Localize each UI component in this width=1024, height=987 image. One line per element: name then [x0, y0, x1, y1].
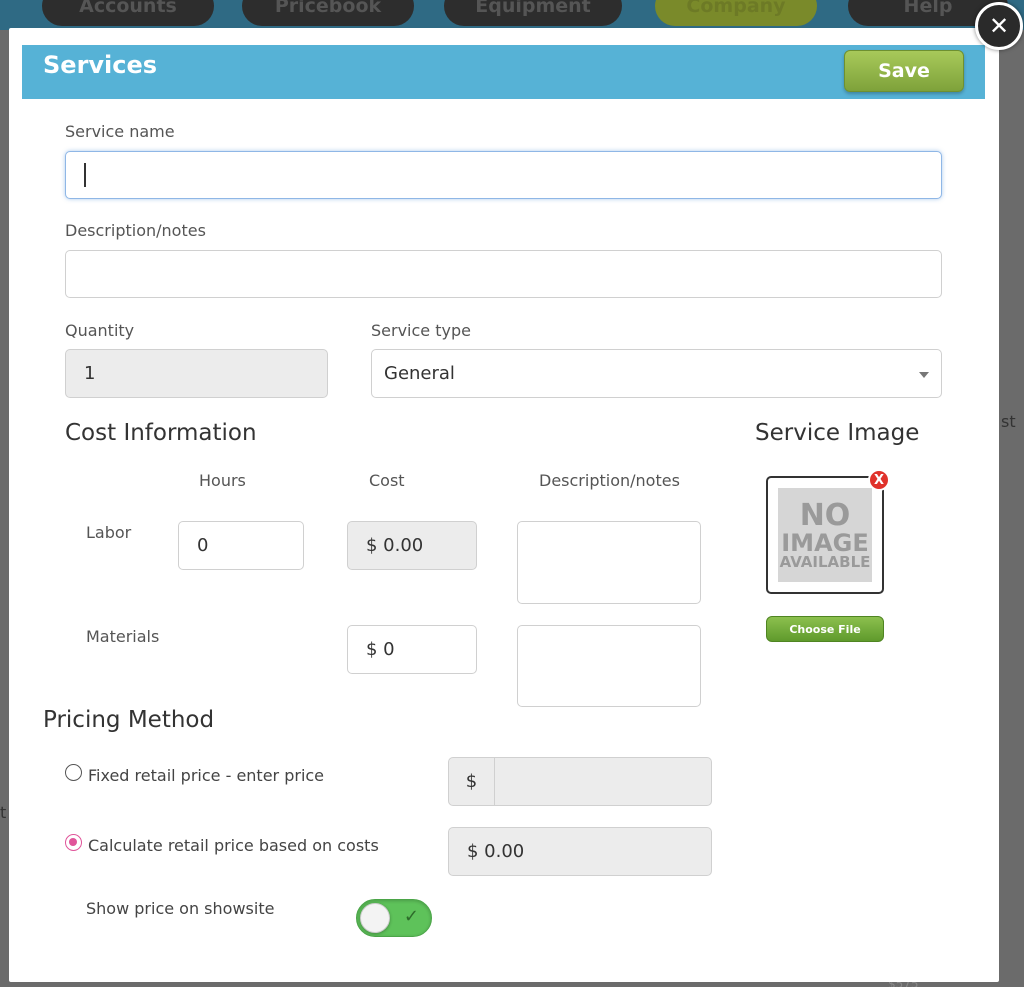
description-label: Description/notes — [65, 221, 206, 240]
background-text: t — [0, 803, 7, 822]
description-input[interactable] — [65, 250, 942, 298]
choose-file-button[interactable]: Choose File — [766, 616, 884, 642]
labor-notes-input[interactable] — [517, 521, 701, 604]
materials-cost-input[interactable]: $ 0 — [347, 625, 477, 674]
save-button[interactable]: Save — [844, 50, 964, 92]
fixed-price-radio[interactable] — [65, 764, 82, 781]
column-header-cost: Cost — [369, 471, 405, 490]
remove-image-icon[interactable]: X — [868, 469, 890, 491]
column-header-description: Description/notes — [539, 471, 680, 490]
column-header-hours: Hours — [199, 471, 246, 490]
calculated-price-label[interactable]: Calculate retail price based on costs — [88, 836, 379, 855]
service-name-label: Service name — [65, 122, 175, 141]
nav-tab-pricebook: Pricebook — [242, 0, 414, 26]
show-price-label: Show price on showsite — [86, 899, 275, 918]
nav-tab-accounts: Accounts — [42, 0, 214, 26]
currency-prefix: $ — [449, 758, 495, 805]
service-name-input[interactable] — [65, 151, 942, 199]
service-type-select[interactable]: General — [371, 349, 942, 398]
quantity-input[interactable]: 1 — [65, 349, 328, 398]
fixed-price-label[interactable]: Fixed retail price - enter price — [88, 766, 324, 785]
cost-information-title: Cost Information — [65, 420, 257, 446]
modal-header: Services Save — [22, 45, 985, 99]
calculated-price-radio[interactable] — [65, 834, 82, 851]
materials-label: Materials — [86, 627, 160, 646]
labor-label: Labor — [86, 523, 132, 542]
nav-tab-company: Company — [655, 0, 817, 26]
calculated-price-field: $ 0.00 — [448, 827, 712, 876]
nav-tab-equipment: Equipment — [444, 0, 622, 26]
modal-title: Services — [43, 51, 158, 79]
labor-hours-input[interactable]: 0 — [178, 521, 304, 570]
labor-cost-field: $ 0.00 — [347, 521, 477, 570]
pricing-method-title: Pricing Method — [43, 707, 215, 733]
toggle-knob — [360, 903, 390, 933]
no-image-placeholder: NO IMAGE AVAILABLE — [778, 488, 872, 582]
checkmark-icon: ✓ — [403, 906, 419, 927]
background-text: st — [1001, 412, 1016, 431]
quantity-label: Quantity — [65, 321, 135, 340]
service-image-title: Service Image — [755, 420, 920, 446]
close-icon[interactable]: ✕ — [975, 2, 1023, 50]
chevron-down-icon — [919, 372, 929, 378]
materials-notes-input[interactable] — [517, 625, 701, 707]
text-caret — [84, 163, 86, 187]
services-modal: Services Save Service name Description/n… — [9, 28, 999, 982]
service-type-label: Service type — [371, 321, 471, 340]
fixed-price-input[interactable]: $ — [448, 757, 712, 806]
show-price-toggle[interactable]: ✓ — [356, 899, 432, 937]
service-image-preview[interactable]: NO IMAGE AVAILABLE — [766, 476, 884, 594]
